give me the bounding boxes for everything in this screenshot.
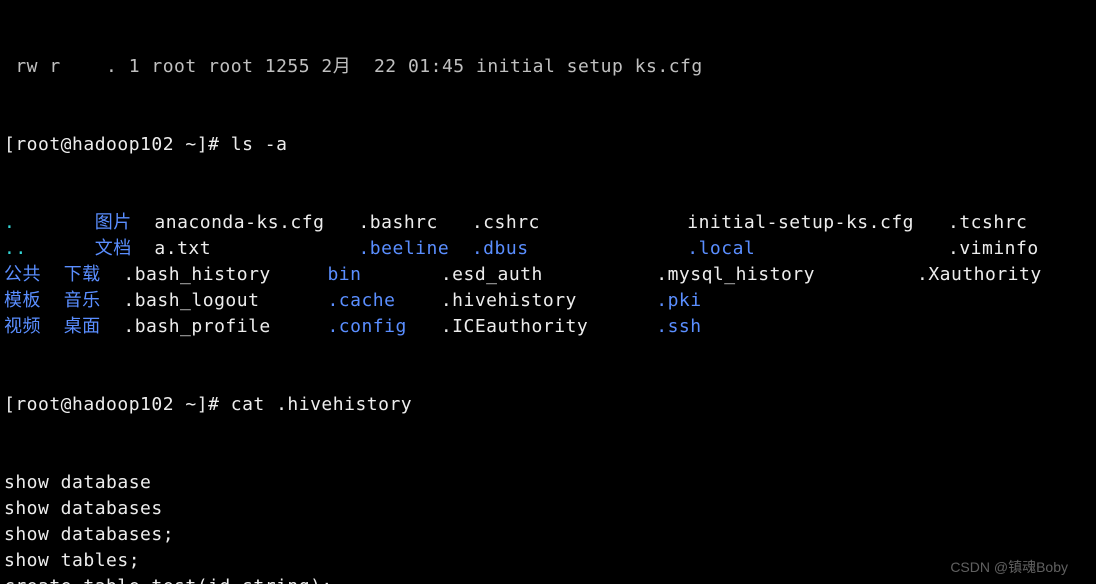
ls-entry: .dbus xyxy=(472,238,687,259)
ls-entry: .hivehistory xyxy=(441,290,656,311)
ls-row: 视频 桌面 .bash_profile .config .ICEauthorit… xyxy=(4,314,1092,340)
ls-entry: .ssh xyxy=(656,316,917,337)
ls-entry: .bashrc xyxy=(358,212,471,233)
truncated-top-line: rw r . 1 root root 1255 2月 22 01:45 init… xyxy=(4,54,1092,80)
ls-entry: .bash_profile xyxy=(123,316,327,337)
history-line: show database xyxy=(4,470,1092,496)
ls-entry: .beeline xyxy=(358,238,471,259)
watermark-text: CSDN @镇魂Boby xyxy=(950,554,1068,580)
terminal-output[interactable]: rw r . 1 root root 1255 2月 22 01:45 init… xyxy=(0,0,1096,584)
ls-row: .. 文档 a.txt .beeline .dbus .local .vimin… xyxy=(4,236,1092,262)
ls-entry: 音乐 xyxy=(64,290,124,311)
ls-entry: .viminfo xyxy=(948,238,1039,259)
ls-entry: .ICEauthority xyxy=(441,316,656,337)
ls-entry: 图片 xyxy=(95,212,155,233)
ls-row: 模板 音乐 .bash_logout .cache .hivehistory .… xyxy=(4,288,1092,314)
ls-entry: 桌面 xyxy=(64,316,124,337)
ls-row: 公共 下载 .bash_history bin .esd_auth .mysql… xyxy=(4,262,1092,288)
ls-entry: .esd_auth xyxy=(441,264,656,285)
cat-output-block: show databaseshow databasesshow database… xyxy=(4,470,1092,584)
ls-entry: initial-setup-ks.cfg xyxy=(687,212,948,233)
history-line: create table test(id string); xyxy=(4,574,1092,584)
prompt-line-1: [root@hadoop102 ~]# ls -a xyxy=(4,132,1092,158)
ls-entry: 文档 xyxy=(95,238,155,259)
ls-entry: .tcshrc xyxy=(948,212,1027,233)
history-line: show databases xyxy=(4,496,1092,522)
prompt-line-2: [root@hadoop102 ~]# cat .hivehistory xyxy=(4,392,1092,418)
ls-entry: .pki xyxy=(656,290,917,311)
ls-entry: 视频 xyxy=(4,316,64,337)
ls-entry: .. xyxy=(4,238,95,259)
ls-entry: .bash_logout xyxy=(123,290,327,311)
ls-entry: a.txt xyxy=(154,238,358,259)
ls-entry: bin xyxy=(327,264,440,285)
ls-entry: . xyxy=(4,212,95,233)
ls-output-block: . 图片 anaconda-ks.cfg .bashrc .cshrc init… xyxy=(4,210,1092,340)
ls-entry: .cshrc xyxy=(472,212,687,233)
ls-entry: 公共 xyxy=(4,264,64,285)
ls-entry: .local xyxy=(687,238,948,259)
ls-row: . 图片 anaconda-ks.cfg .bashrc .cshrc init… xyxy=(4,210,1092,236)
history-line: show databases; xyxy=(4,522,1092,548)
ls-entry: 模板 xyxy=(4,290,64,311)
ls-entry: anaconda-ks.cfg xyxy=(154,212,358,233)
ls-entry: .cache xyxy=(327,290,440,311)
ls-entry: .bash_history xyxy=(123,264,327,285)
ls-entry: 下载 xyxy=(64,264,124,285)
ls-entry: .config xyxy=(327,316,440,337)
ls-entry: .Xauthority xyxy=(917,264,1042,285)
ls-entry: .mysql_history xyxy=(656,264,917,285)
history-line: show tables; xyxy=(4,548,1092,574)
